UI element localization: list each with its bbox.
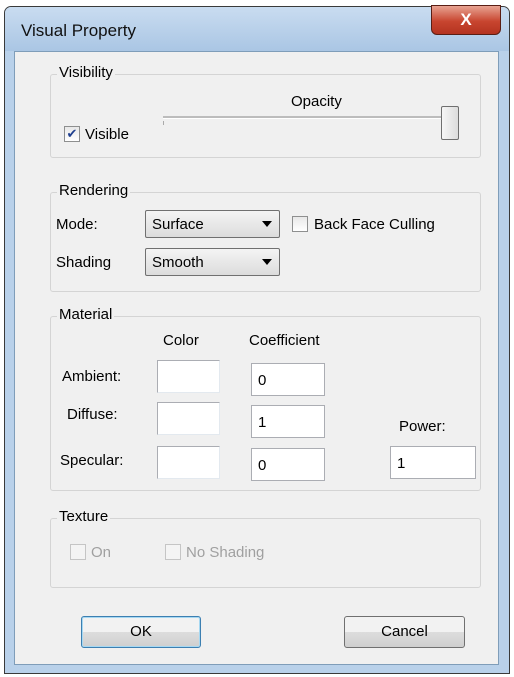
chevron-down-icon [262,259,272,265]
power-label: Power: [399,418,446,435]
checkmark-icon: ✔ [66,126,78,141]
diffuse-label: Diffuse: [67,406,118,423]
opacity-slider-ticks [163,121,445,125]
texture-group [50,518,481,588]
dialog-window: Visual Property X Visibility Opacity ✔ V… [4,5,510,674]
close-button[interactable]: X [431,5,501,35]
power-input[interactable]: 1 [390,446,476,479]
specular-coefficient-input[interactable]: 0 [251,448,325,481]
shading-dropdown[interactable]: Smooth [145,248,280,276]
specular-color-swatch[interactable] [157,446,220,479]
ambient-coefficient-input[interactable]: 0 [251,363,325,396]
title-bar[interactable]: Visual Property X [5,5,509,51]
back-face-culling-checkbox[interactable] [292,216,308,232]
opacity-label: Opacity [291,93,342,110]
texture-on-checkbox[interactable] [70,544,86,560]
opacity-slider-thumb[interactable] [441,106,459,140]
mode-dropdown-value: Surface [152,216,204,233]
material-group-title: Material [57,306,115,323]
diffuse-coefficient-input[interactable]: 1 [251,405,325,438]
ambient-label: Ambient: [62,368,122,385]
visibility-group-title: Visibility [57,64,115,81]
shading-label: Shading [56,254,112,271]
cancel-button[interactable]: Cancel [344,616,465,648]
coefficient-column-header: Coefficient [249,332,320,349]
specular-label: Specular: [60,452,124,469]
texture-group-title: Texture [57,508,111,525]
no-shading-label[interactable]: No Shading [186,544,264,561]
dialog-client-area: Visibility Opacity ✔ Visible Rendering M… [14,51,499,665]
shading-dropdown-value: Smooth [152,254,204,271]
visible-checkbox[interactable]: ✔ [64,126,80,142]
rendering-group-title: Rendering [57,182,131,199]
texture-on-label[interactable]: On [91,544,111,561]
visible-label[interactable]: Visible [85,126,129,143]
no-shading-checkbox[interactable] [165,544,181,560]
ok-button[interactable]: OK [81,616,201,648]
chevron-down-icon [262,221,272,227]
opacity-slider-track[interactable] [163,116,445,119]
ambient-color-swatch[interactable] [157,360,220,393]
back-face-culling-label[interactable]: Back Face Culling [314,216,435,233]
color-column-header: Color [163,332,199,349]
diffuse-color-swatch[interactable] [157,402,220,435]
window-title: Visual Property [21,21,136,40]
mode-dropdown[interactable]: Surface [145,210,280,238]
mode-label: Mode: [56,216,98,233]
rendering-group [50,192,481,292]
